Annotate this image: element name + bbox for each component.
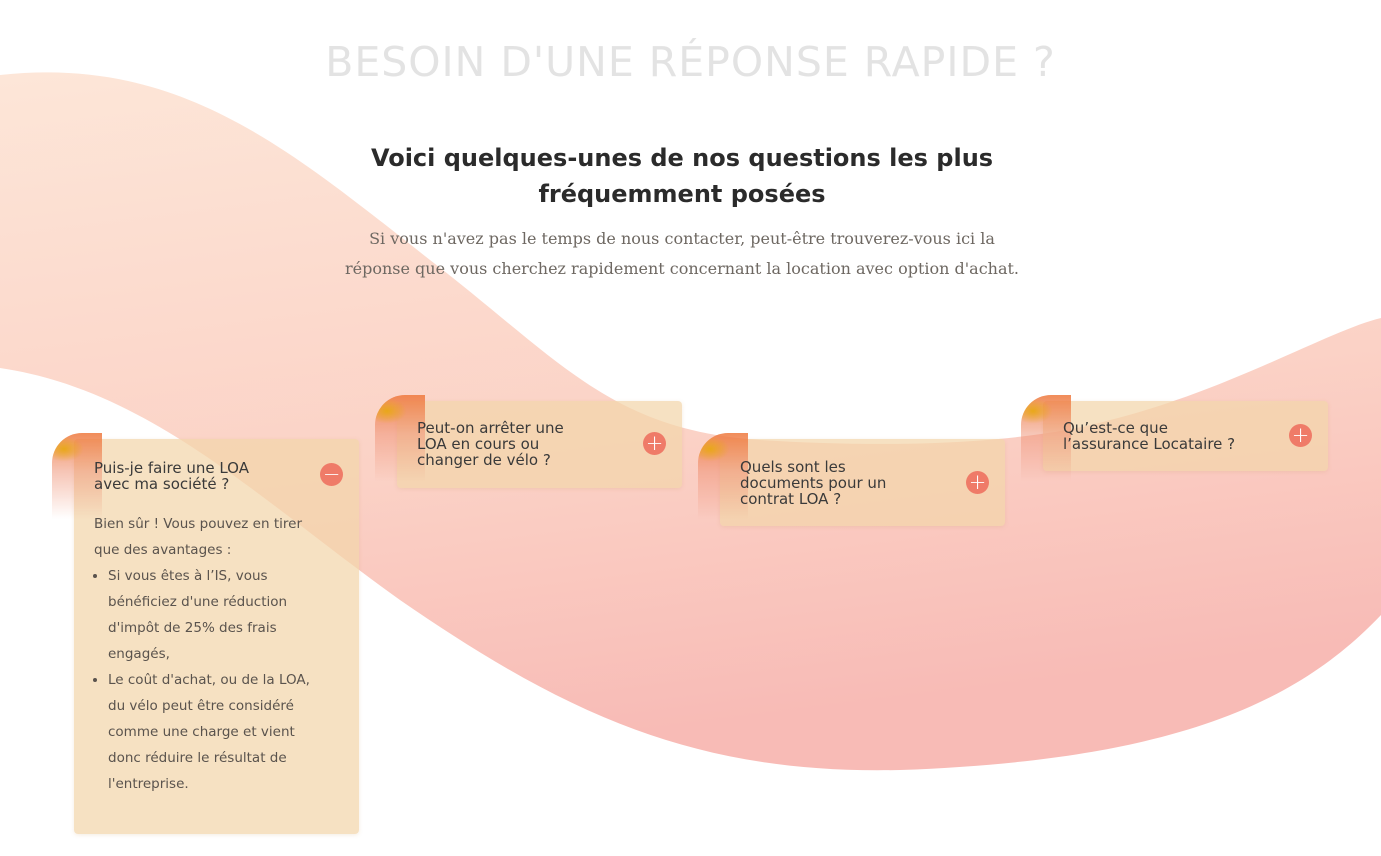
faq-item-loa-societe[interactable]: Puis-je faire une LOA avec ma société ? … bbox=[52, 433, 359, 834]
section-eyebrow: BESOIN D'UNE RÉPONSE RAPIDE ? bbox=[325, 38, 1056, 86]
faq-item-documents-loa[interactable]: Quels sont les documents pour un contrat… bbox=[698, 433, 1005, 526]
faq-question[interactable]: Qu’est-ce que l’assurance Locataire ? bbox=[1063, 420, 1273, 452]
faq-question[interactable]: Puis-je faire une LOA avec ma société ? bbox=[94, 460, 304, 492]
toggle-glyph: − bbox=[322, 462, 341, 486]
plus-circle-icon[interactable]: + bbox=[966, 471, 989, 494]
minus-circle-icon[interactable]: − bbox=[320, 463, 343, 486]
faq-answer: Bien sûr ! Vous pouvez en tirer que des … bbox=[94, 511, 326, 797]
faq-question[interactable]: Quels sont les documents pour un contrat… bbox=[740, 459, 950, 507]
answer-point: Si vous êtes à l’IS, vous bénéficiez d'u… bbox=[108, 563, 326, 667]
answer-intro: Bien sûr ! Vous pouvez en tirer que des … bbox=[94, 516, 302, 558]
faq-question[interactable]: Peut-on arrêter une LOA en cours ou chan… bbox=[417, 420, 627, 468]
answer-list: Si vous êtes à l’IS, vous bénéficiez d'u… bbox=[94, 563, 326, 797]
plus-circle-icon[interactable]: + bbox=[1289, 424, 1312, 447]
faq-item-arreter-loa[interactable]: Peut-on arrêter une LOA en cours ou chan… bbox=[375, 395, 682, 488]
answer-point: Le coût d'achat, ou de la LOA, du vélo p… bbox=[108, 667, 326, 797]
faq-item-assurance-locataire[interactable]: Qu’est-ce que l’assurance Locataire ? + bbox=[1021, 395, 1328, 481]
section-subtitle: Si vous n'avez pas le temps de nous cont… bbox=[344, 229, 1020, 278]
toggle-glyph: + bbox=[1291, 423, 1310, 447]
toggle-glyph: + bbox=[968, 470, 987, 494]
toggle-glyph: + bbox=[645, 431, 664, 455]
plus-circle-icon[interactable]: + bbox=[643, 432, 666, 455]
section-title: Voici quelques-unes de nos questions les… bbox=[370, 144, 994, 208]
